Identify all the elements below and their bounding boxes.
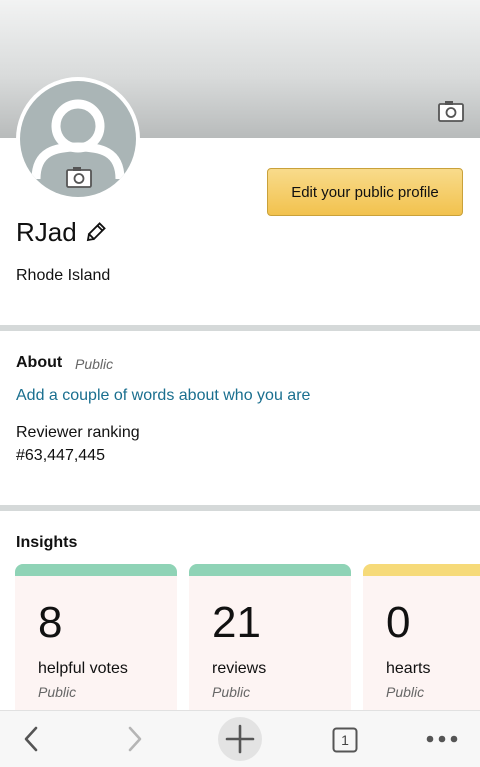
insights-heading: Insights — [16, 534, 78, 551]
insight-card-label: helpful votes — [38, 660, 128, 677]
about-heading: About — [16, 354, 63, 371]
insight-card-value: 0 — [386, 598, 411, 647]
insight-card-hearts[interactable]: 0 hearts Public — [363, 564, 480, 714]
insight-card-visibility: Public — [386, 684, 425, 700]
insight-card-helpful-votes[interactable]: 8 helpful votes Public — [15, 564, 177, 714]
about-visibility: Public — [75, 356, 114, 372]
forward-icon[interactable] — [124, 725, 146, 753]
profile-location: Rhode Island — [16, 267, 111, 284]
add-bio-link[interactable]: Add a couple of words about who you are — [16, 387, 310, 405]
reviewer-ranking-label: Reviewer ranking — [16, 424, 140, 441]
avatar-camera-icon[interactable] — [66, 166, 92, 188]
insight-card-label: hearts — [386, 660, 431, 677]
insight-card-label: reviews — [212, 660, 267, 677]
section-divider — [0, 505, 480, 511]
edit-public-profile-button[interactable]: Edit your public profile — [267, 168, 463, 216]
insight-card-value: 21 — [212, 598, 261, 647]
edit-name-pencil-icon[interactable] — [84, 222, 106, 244]
insight-card-visibility: Public — [212, 684, 251, 700]
profile-name: RJad — [16, 217, 77, 247]
tabs-icon[interactable]: 1 — [332, 727, 358, 753]
browser-toolbar: 1 — [0, 710, 480, 767]
section-divider — [0, 325, 480, 331]
new-tab-icon[interactable] — [217, 716, 263, 762]
insight-card-value: 8 — [38, 598, 63, 647]
cover-camera-icon[interactable] — [438, 100, 464, 122]
insight-card-accent — [363, 564, 480, 576]
back-icon[interactable] — [20, 725, 42, 753]
insight-card-reviews[interactable]: 21 reviews Public — [189, 564, 351, 714]
insight-card-accent — [189, 564, 351, 576]
insight-card-visibility: Public — [38, 684, 77, 700]
more-icon[interactable] — [425, 733, 459, 745]
tab-count: 1 — [341, 732, 349, 748]
insight-card-accent — [15, 564, 177, 576]
reviewer-ranking-value: #63,447,445 — [16, 447, 105, 464]
